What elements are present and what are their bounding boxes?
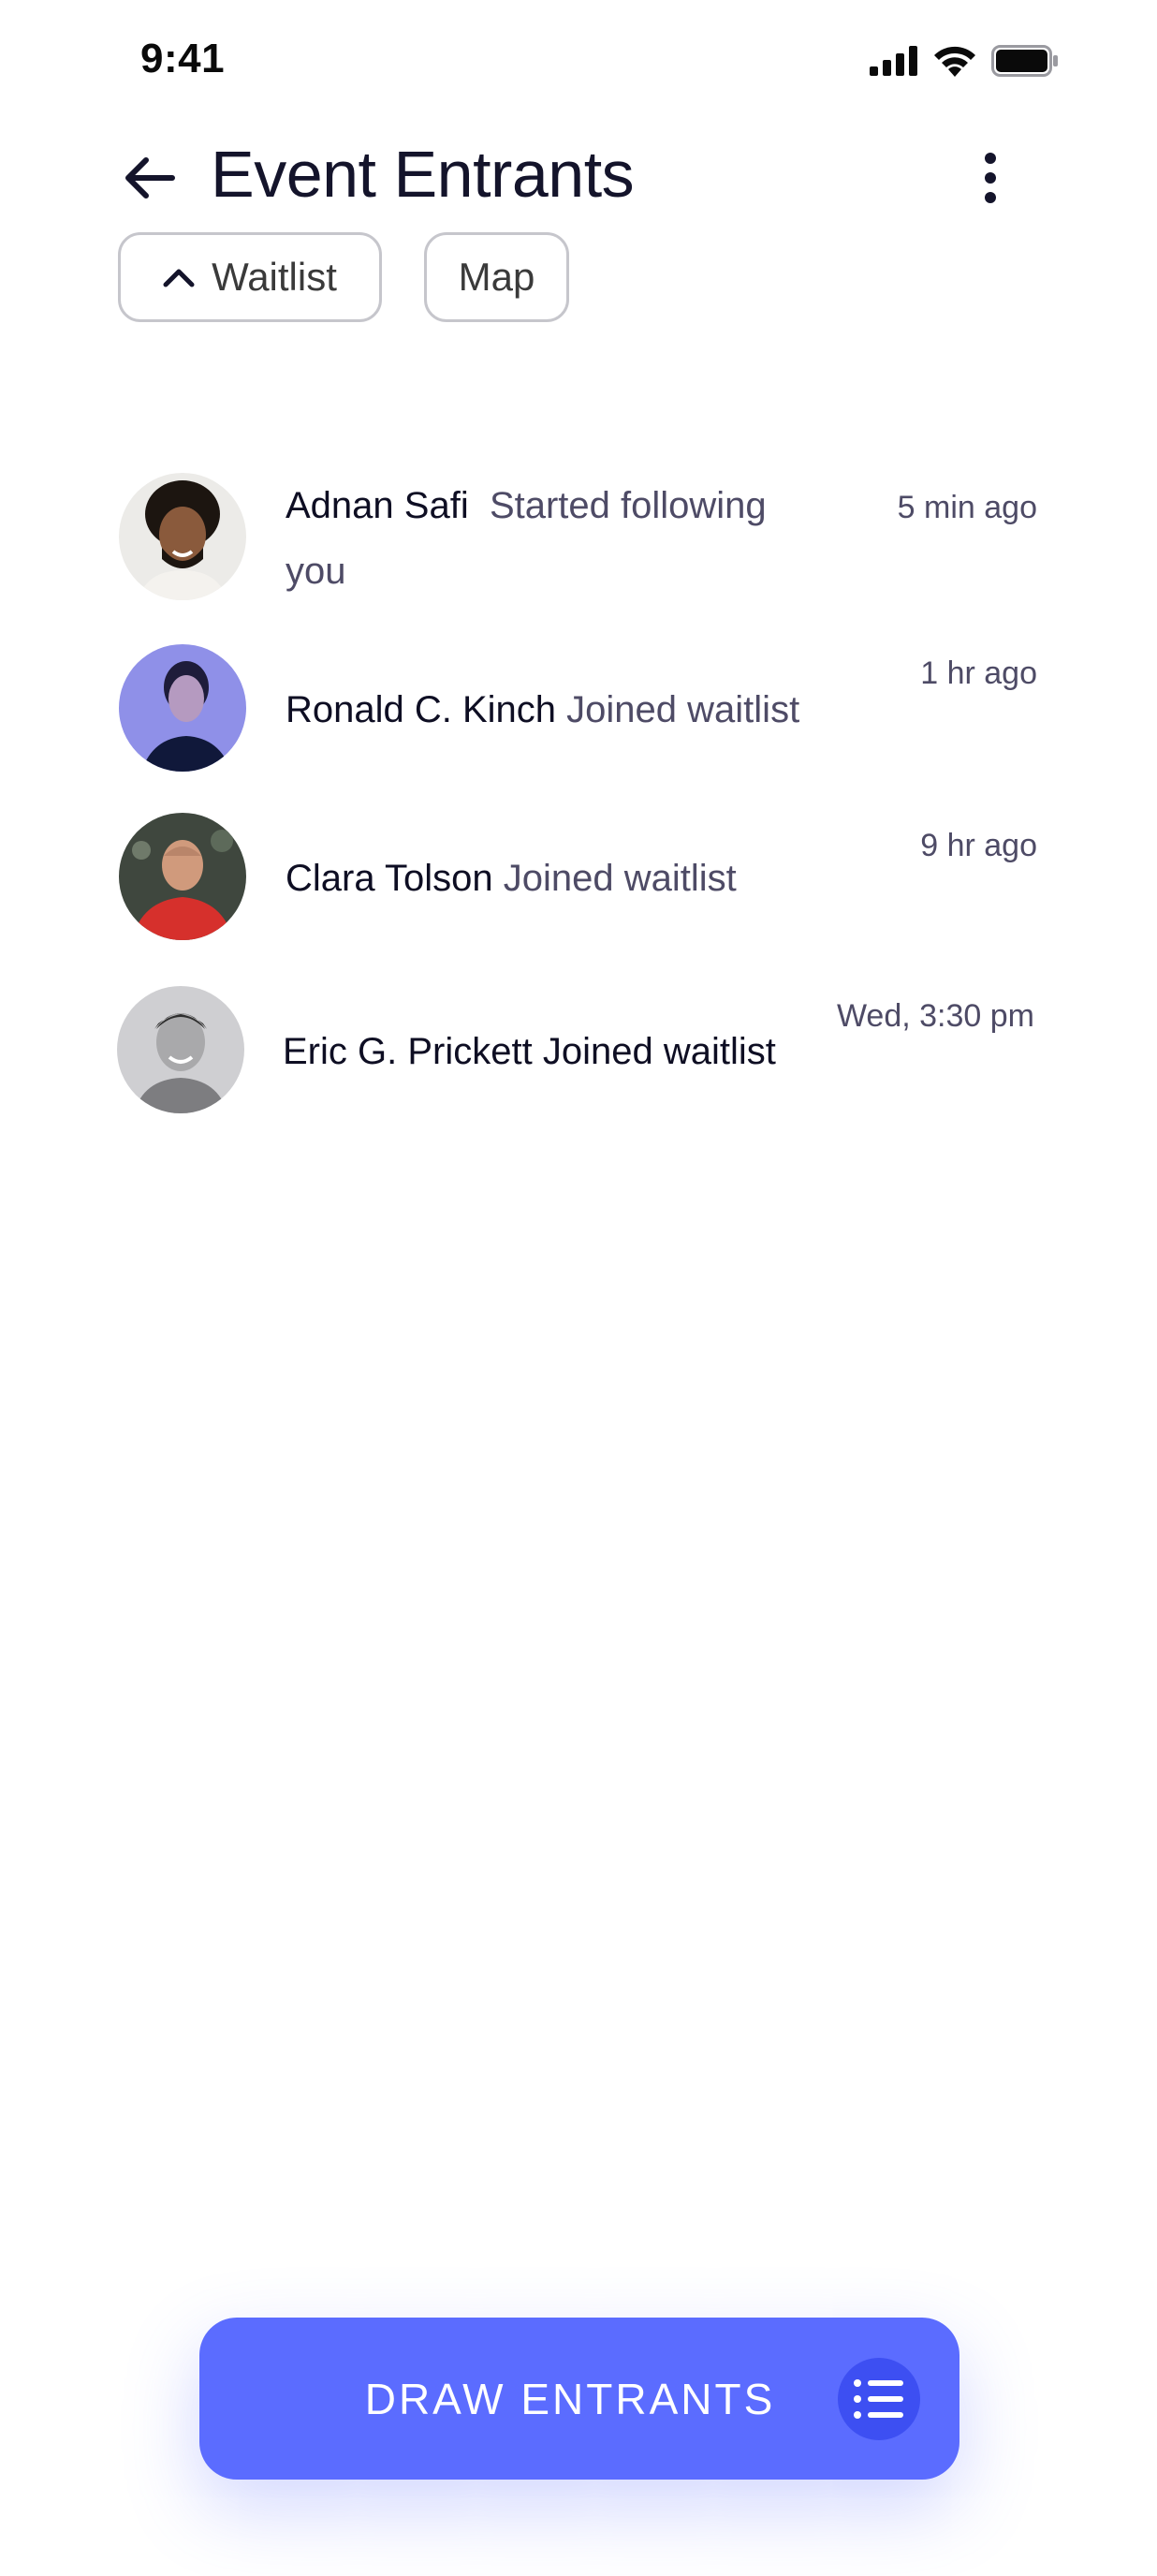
avatar [117, 986, 244, 1113]
list-item[interactable]: Clara Tolson Joined waitlist 9 hr ago [0, 813, 1157, 944]
entrant-action: Joined waitlist [542, 1031, 776, 1072]
page-title: Event Entrants [211, 138, 635, 211]
entry-text: Adnan Safi Started following you [286, 473, 810, 604]
entry-text: Ronald C. Kinch Joined waitlist [286, 677, 810, 743]
chip-label: Map [458, 255, 535, 299]
entrant-name: Ronald C. Kinch [286, 689, 557, 730]
chevron-up-icon [163, 269, 195, 287]
avatar [119, 473, 246, 600]
list-item[interactable]: Ronald C. Kinch Joined waitlist 1 hr ago [0, 644, 1157, 775]
signal-icon [870, 46, 917, 76]
entrant-action: Joined waitlist [503, 858, 737, 899]
filter-chip-map[interactable]: Map [424, 232, 569, 322]
avatar [119, 644, 246, 772]
draw-entrants-button[interactable]: DRAW ENTRANTS [199, 2318, 959, 2480]
entry-timestamp: 1 hr ago [920, 655, 1037, 691]
avatar [119, 813, 246, 940]
list-item[interactable]: Eric G. Prickett Joined waitlist Wed, 3:… [0, 986, 1157, 1117]
entrant-name: Adnan Safi [286, 485, 469, 526]
status-time: 9:41 [140, 36, 226, 81]
entry-text: Eric G. Prickett Joined waitlist [283, 1019, 807, 1084]
entry-timestamp: 5 min ago [897, 490, 1037, 525]
entrant-name: Eric G. Prickett [283, 1031, 533, 1072]
entry-timestamp: 9 hr ago [920, 828, 1037, 863]
status-icons [870, 45, 1059, 77]
event-entrants-screen: 9:41 Event Entrants Waitlist Map Adnan S… [0, 0, 1157, 2576]
chip-label: Waitlist [212, 255, 337, 299]
list-icon [838, 2358, 920, 2440]
list-item[interactable]: Adnan Safi Started following you 5 min a… [0, 473, 1157, 604]
wifi-icon [934, 46, 975, 77]
entry-text: Clara Tolson Joined waitlist [286, 846, 810, 911]
arrow-left-icon [125, 157, 175, 199]
entrant-action: Joined waitlist [566, 689, 800, 730]
battery-icon [991, 45, 1058, 77]
entry-timestamp: Wed, 3:30 pm [836, 998, 1034, 1034]
back-button[interactable] [120, 148, 180, 208]
entrant-name: Clara Tolson [286, 858, 493, 899]
more-vertical-icon [985, 153, 996, 203]
filter-chip-waitlist[interactable]: Waitlist [118, 232, 382, 322]
more-options-button[interactable] [972, 148, 1009, 208]
